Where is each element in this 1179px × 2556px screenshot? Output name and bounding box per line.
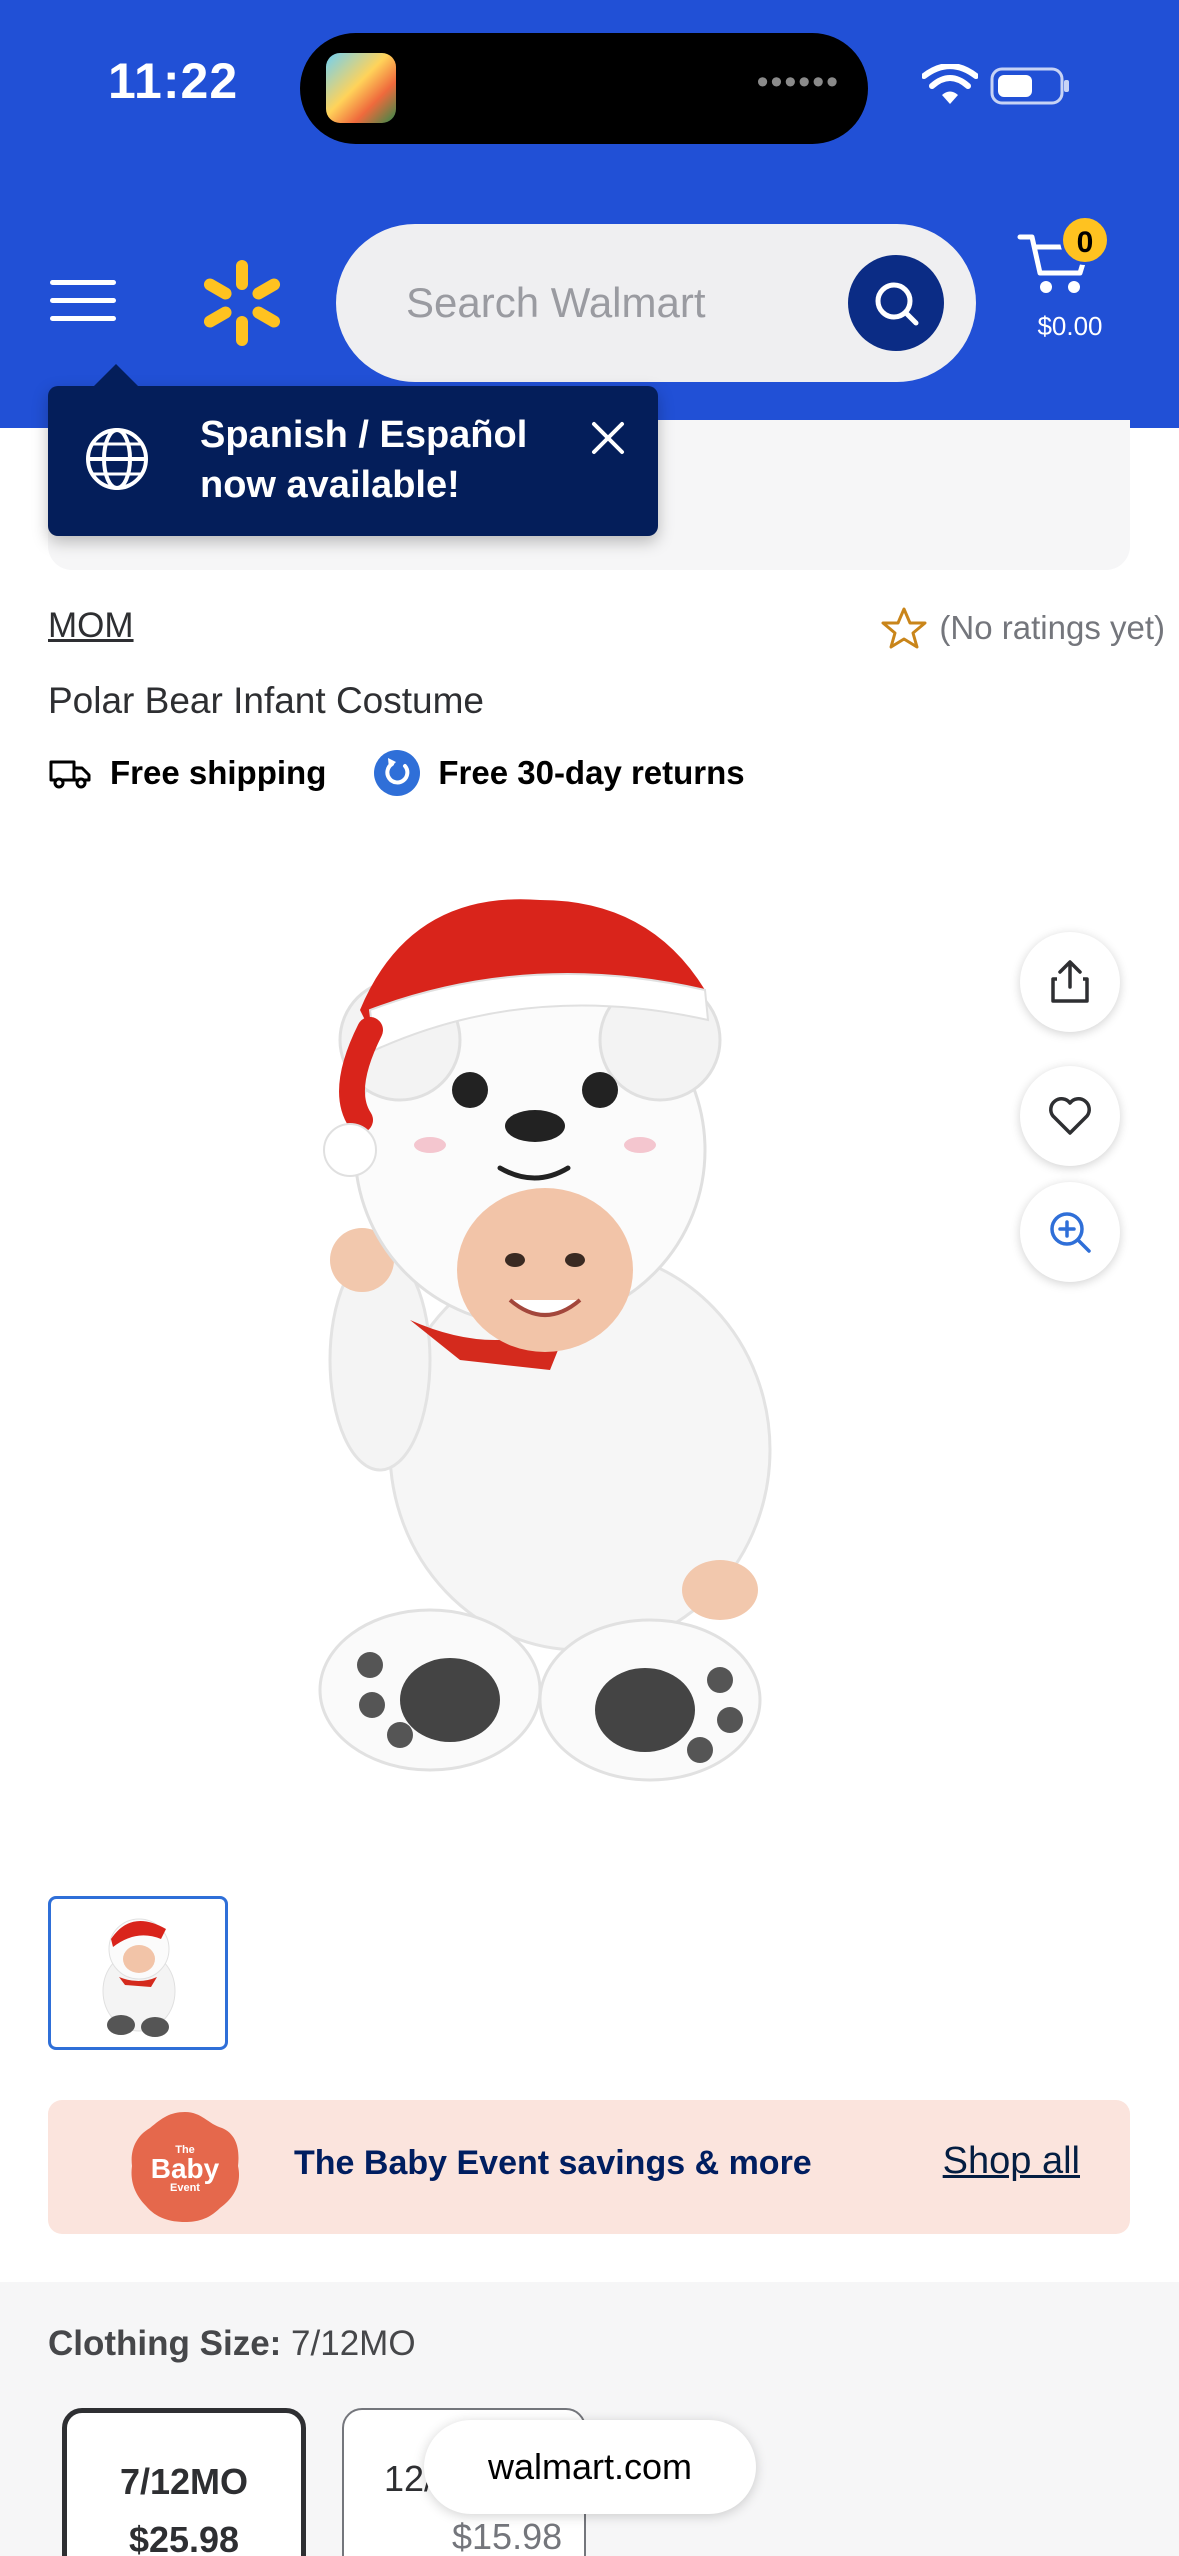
returns-icon (374, 750, 421, 796)
product-title: Polar Bear Infant Costume (48, 680, 484, 721)
baby-event-text: The Baby Event savings & more (294, 2144, 812, 2182)
brand-link[interactable]: MOM (48, 606, 134, 646)
size-selector: Clothing Size: 7/12MO 7/12MO $25.98 12/ … (0, 2282, 1179, 2556)
service-badges: Free shipping Free 30-day returns (48, 750, 793, 796)
globe-icon (86, 428, 148, 490)
size-option-name: 7/12MO (119, 2461, 249, 2502)
zoom-button[interactable] (1020, 1182, 1120, 1282)
search-button[interactable] (848, 255, 944, 351)
browser-url-bar[interactable]: walmart.com (424, 2420, 756, 2514)
size-option-price: $15.98 (452, 2516, 563, 2556)
language-message-line2: now available! (200, 464, 460, 506)
product-image[interactable] (300, 890, 860, 1830)
rating[interactable]: (No ratings yet) (881, 606, 1165, 650)
baby-event-logo: The Baby Event (126, 2108, 244, 2226)
free-shipping-badge: Free shipping (48, 754, 326, 792)
heart-icon (1049, 1097, 1091, 1135)
share-button[interactable] (1020, 932, 1120, 1032)
dynamic-island: •••••• (300, 33, 868, 144)
zoom-in-icon (1050, 1212, 1091, 1253)
truck-icon (49, 760, 91, 789)
language-message-line1: Spanish / Español (200, 414, 528, 456)
cart-count-badge: 0 (1060, 215, 1110, 265)
size-label-title: Clothing Size: (48, 2324, 282, 2363)
size-selected-value: 7/12MO (291, 2324, 416, 2363)
size-option[interactable]: 7/12MO $25.98 (62, 2408, 306, 2556)
star-icon (881, 607, 927, 649)
share-icon (1051, 960, 1089, 1003)
thumbnail-image (102, 1918, 176, 2037)
language-message: Spanish / Español now available! (200, 410, 540, 510)
language-tooltip: Spanish / Español now available! (48, 364, 658, 536)
battery-icon (990, 67, 1069, 105)
size-label: Clothing Size: 7/12MO (48, 2324, 416, 2364)
wifi-icon (922, 64, 978, 104)
baby-event-banner[interactable]: The Baby Event The Baby Event savings & … (48, 2100, 1130, 2234)
baby-event-logo-text: The Baby Event (150, 2144, 220, 2194)
rating-text: (No ratings yet) (939, 609, 1165, 646)
cart-total: $0.00 (1037, 311, 1103, 341)
cart-button[interactable]: 0 $0.00 (1010, 215, 1130, 355)
status-time: 11:22 (108, 53, 239, 109)
free-returns-label: Free 30-day returns (438, 754, 745, 791)
shop-all-link[interactable]: Shop all (943, 2140, 1080, 2183)
favorite-button[interactable] (1020, 1066, 1120, 1166)
free-shipping-label: Free shipping (110, 754, 327, 791)
size-option-price: $25.98 (128, 2519, 240, 2556)
header: 11:22 •••••• Search Walmart 0 $0.00 (0, 0, 1179, 428)
walmart-spark-logo[interactable] (200, 258, 284, 348)
search-bar (336, 224, 976, 382)
menu-icon[interactable] (50, 270, 116, 326)
product-page: 11:22 •••••• Search Walmart 0 $0.00 Span… (0, 0, 1179, 2556)
close-icon[interactable] (586, 416, 630, 460)
search-input[interactable] (406, 224, 846, 382)
now-playing-artwork (326, 53, 396, 123)
search-icon (875, 282, 919, 326)
image-thumbnail[interactable] (48, 1896, 228, 2050)
free-returns-badge: Free 30-day returns (374, 750, 745, 796)
audio-wave-icon: •••••• (756, 63, 840, 101)
